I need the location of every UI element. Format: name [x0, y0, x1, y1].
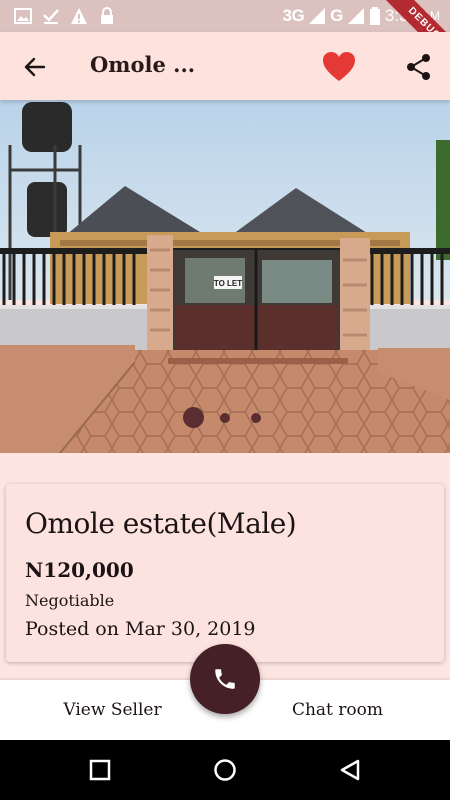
warning-icon — [71, 8, 87, 24]
to-let-sign: TO LET — [214, 279, 242, 288]
network-type-label: 3G — [282, 6, 305, 25]
carousel-dot-active[interactable] — [183, 407, 204, 428]
carousel-indicator — [0, 405, 450, 433]
carousel-dot[interactable] — [251, 413, 261, 423]
lock-icon — [101, 7, 113, 24]
battery-icon — [369, 7, 380, 25]
home-circle-icon[interactable] — [213, 758, 237, 782]
signal-icon — [309, 8, 326, 24]
app-bar: Omole ... — [0, 32, 450, 100]
chat-room-button[interactable]: Chat room — [225, 680, 450, 740]
back-arrow-icon[interactable] — [20, 52, 50, 82]
phone-icon — [215, 669, 235, 689]
image-icon — [14, 8, 32, 24]
recents-square-icon[interactable] — [88, 758, 112, 782]
property-photo-carousel[interactable]: TO LET — [0, 100, 450, 453]
system-nav-bar — [0, 740, 450, 800]
page-title: Omole ... — [90, 52, 196, 77]
posted-date: Posted on Mar 30, 2019 — [25, 618, 256, 640]
listing-title: Omole estate(Male) — [25, 507, 297, 540]
call-button[interactable] — [190, 644, 260, 714]
negotiable-label: Negotiable — [25, 591, 115, 610]
back-triangle-icon[interactable] — [338, 758, 362, 782]
carousel-dot[interactable] — [220, 413, 230, 423]
download-done-icon — [43, 9, 59, 24]
listing-price: N120,000 — [25, 558, 134, 582]
heart-icon[interactable] — [322, 51, 356, 83]
property-photo: TO LET — [0, 100, 450, 453]
status-bar: 3G G 3:31 AM DEBUG — [0, 0, 450, 74]
signal-2-icon — [347, 8, 364, 24]
share-icon[interactable] — [404, 52, 434, 82]
network-type-2-label: G — [330, 6, 343, 25]
listing-details-card: Omole estate(Male) N120,000 Negotiable P… — [6, 484, 444, 662]
